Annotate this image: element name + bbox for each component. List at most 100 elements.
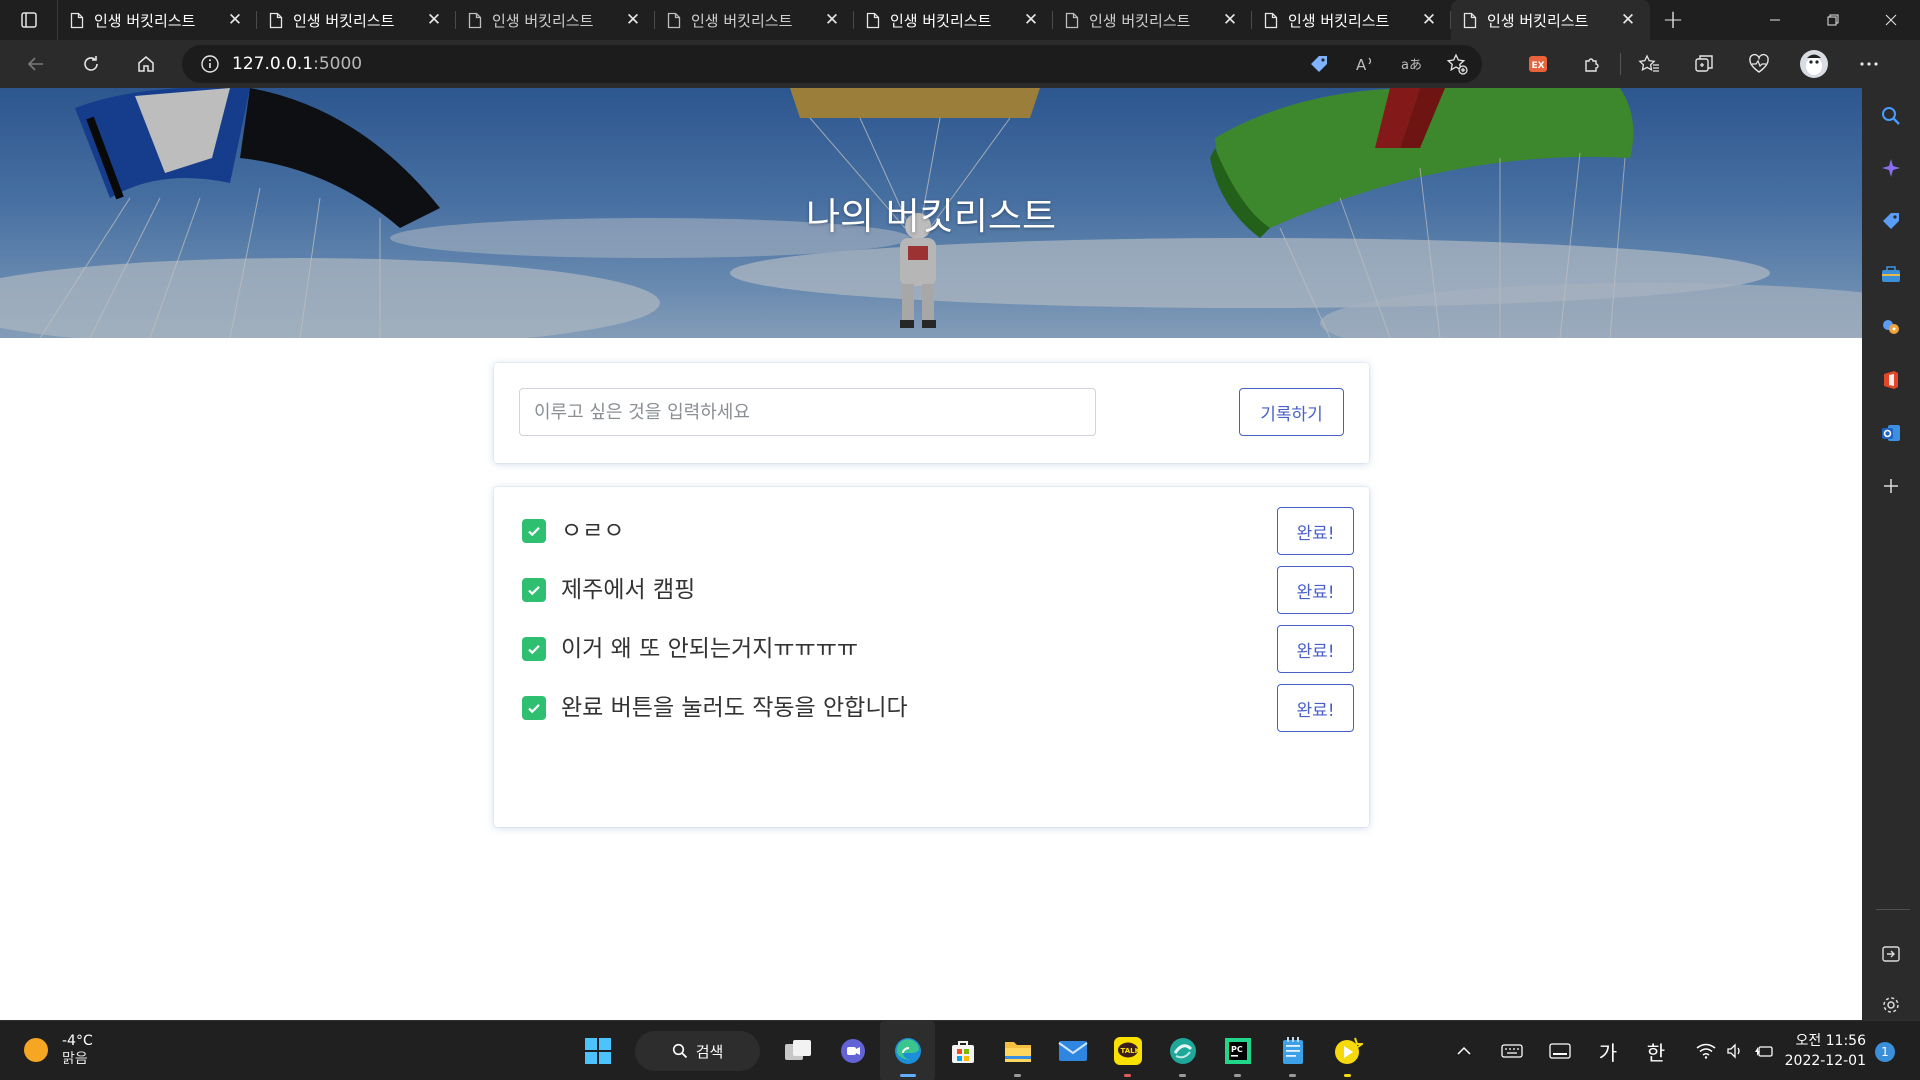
extensions-button[interactable] — [1565, 40, 1620, 88]
collections-button[interactable] — [1676, 40, 1731, 88]
tab-title: 인생 버킷리스트 — [1089, 11, 1191, 30]
refresh-button[interactable] — [63, 40, 118, 88]
svg-text:EX: EX — [1531, 61, 1544, 71]
checkbox-checked[interactable] — [522, 637, 546, 661]
pycharm-icon: PC — [1224, 1038, 1251, 1064]
page-icon — [667, 12, 681, 29]
show-hidden-icons-button[interactable] — [1440, 1021, 1488, 1080]
browser-tab-active[interactable]: 인생 버킷리스트 ✕ — [1451, 0, 1650, 40]
teams-chat-button[interactable] — [825, 1021, 880, 1080]
sidebar-outlook-button[interactable] — [1862, 413, 1920, 453]
kakaotalk-button[interactable]: TALK — [1100, 1021, 1155, 1080]
checkbox-checked[interactable] — [522, 696, 546, 720]
sidebar-copilot-button[interactable] — [1862, 148, 1920, 188]
done-button[interactable]: 완료! — [1277, 684, 1354, 732]
close-tab-icon[interactable]: ✕ — [822, 10, 842, 30]
sidebar-divider — [1876, 909, 1910, 910]
close-tab-icon[interactable]: ✕ — [1220, 10, 1240, 30]
sidebar-shopping-button[interactable] — [1862, 201, 1920, 241]
running-indicator — [1014, 1074, 1021, 1077]
check-icon — [528, 527, 540, 537]
browser-tab[interactable]: 인생 버킷리스트 ✕ — [1053, 0, 1252, 40]
sparkle-icon — [1882, 159, 1900, 177]
translate-icon[interactable]: aあ — [1400, 53, 1422, 75]
start-button[interactable] — [570, 1021, 625, 1080]
close-tab-icon[interactable]: ✕ — [1419, 10, 1439, 30]
input-card: 기록하기 — [494, 363, 1369, 463]
checkbox-checked[interactable] — [522, 578, 546, 602]
browser-tab[interactable]: 인생 버킷리스트 ✕ — [1252, 0, 1451, 40]
favorites-button[interactable] — [1621, 40, 1676, 88]
read-aloud-icon[interactable]: A — [1354, 53, 1376, 75]
mail-button[interactable] — [1045, 1021, 1100, 1080]
checkbox-checked[interactable] — [522, 519, 546, 543]
running-indicator — [1289, 1074, 1296, 1077]
browser-tab[interactable]: 인생 버킷리스트 ✕ — [257, 0, 456, 40]
shopping-tag-icon — [1883, 213, 1899, 229]
weather-widget[interactable]: -4°C 맑음 — [24, 1032, 93, 1068]
svg-text:TALK: TALK — [1120, 1047, 1140, 1055]
back-button[interactable] — [8, 40, 63, 88]
close-tab-icon[interactable]: ✕ — [225, 10, 245, 30]
browser-tab[interactable]: 인생 버킷리스트 ✕ — [655, 0, 854, 40]
close-tab-icon[interactable]: ✕ — [1021, 10, 1041, 30]
taskbar-clock[interactable]: 오전 11:56 2022-12-01 — [1770, 1031, 1866, 1071]
pycharm-button[interactable]: PC — [1210, 1021, 1265, 1080]
tab-actions-button[interactable] — [0, 0, 58, 40]
done-button[interactable]: 완료! — [1277, 566, 1354, 614]
bucket-input[interactable] — [519, 388, 1096, 436]
coupon-tag-icon[interactable] — [1308, 53, 1330, 75]
extension-ex-button[interactable]: EX — [1510, 40, 1565, 88]
address-bar[interactable]: 127.0.0.1:5000 A aあ — [182, 45, 1482, 83]
ime-mode-button[interactable]: 가 — [1584, 1021, 1632, 1080]
new-tab-button[interactable]: + — [1650, 5, 1696, 35]
notification-badge[interactable]: 1 — [1875, 1042, 1895, 1062]
edge-taskbar-button[interactable] — [880, 1021, 935, 1080]
home-button[interactable] — [118, 40, 173, 88]
done-button[interactable]: 완료! — [1277, 507, 1354, 555]
close-icon — [1885, 14, 1897, 26]
record-button[interactable]: 기록하기 — [1239, 388, 1344, 436]
browser-tab[interactable]: 인생 버킷리스트 ✕ — [456, 0, 655, 40]
close-tab-icon[interactable]: ✕ — [424, 10, 444, 30]
media-player-button[interactable] — [1320, 1021, 1375, 1080]
page-icon — [866, 12, 880, 29]
tablet-mode-button[interactable] — [1536, 1021, 1584, 1080]
url-text[interactable]: 127.0.0.1:5000 — [232, 54, 362, 74]
settings-more-button[interactable] — [1841, 40, 1896, 88]
ime-language-button[interactable]: 한 — [1632, 1021, 1680, 1080]
taskbar-search[interactable]: 검색 — [635, 1031, 760, 1071]
sidebar-add-button[interactable] — [1862, 466, 1920, 506]
restore-button[interactable] — [1804, 0, 1862, 40]
minimize-button[interactable] — [1746, 0, 1804, 40]
sidebar-search-button[interactable] — [1862, 96, 1920, 136]
search-icon — [1882, 107, 1900, 125]
gpt-app-button[interactable] — [1155, 1021, 1210, 1080]
file-explorer-button[interactable] — [990, 1021, 1045, 1080]
browser-tab[interactable]: 인생 버킷리스트 ✕ — [854, 0, 1053, 40]
done-button[interactable]: 완료! — [1277, 625, 1354, 673]
sidebar-settings-button[interactable] — [1862, 985, 1920, 1025]
touch-keyboard-button[interactable] — [1488, 1021, 1536, 1080]
running-indicator — [900, 1074, 916, 1077]
sidebar-office-button[interactable] — [1862, 360, 1920, 400]
close-tab-icon[interactable]: ✕ — [1618, 10, 1638, 30]
browser-essentials-button[interactable] — [1731, 40, 1786, 88]
close-tab-icon[interactable]: ✕ — [623, 10, 643, 30]
ms-store-button[interactable] — [935, 1021, 990, 1080]
item-text: 이거 왜 또 안되는거지ㅠㅠㅠㅠ — [561, 636, 859, 662]
sidebar-hide-button[interactable] — [1862, 934, 1920, 974]
profile-button[interactable] — [1786, 40, 1841, 88]
close-window-button[interactable] — [1862, 0, 1920, 40]
sidebar-games-button[interactable] — [1862, 307, 1920, 347]
kakaotalk-icon: TALK — [1113, 1037, 1142, 1065]
info-icon[interactable] — [200, 54, 220, 74]
task-view-button[interactable] — [770, 1021, 825, 1080]
notepad-button[interactable] — [1265, 1021, 1320, 1080]
add-favorite-icon[interactable] — [1446, 53, 1468, 75]
tab-title: 인생 버킷리스트 — [293, 11, 395, 30]
profile-avatar-icon — [1799, 50, 1828, 78]
sidebar-tools-button[interactable] — [1862, 254, 1920, 294]
browser-tab[interactable]: 인생 버킷리스트 ✕ — [58, 0, 257, 40]
item-text: 제주에서 캠핑 — [561, 577, 696, 603]
